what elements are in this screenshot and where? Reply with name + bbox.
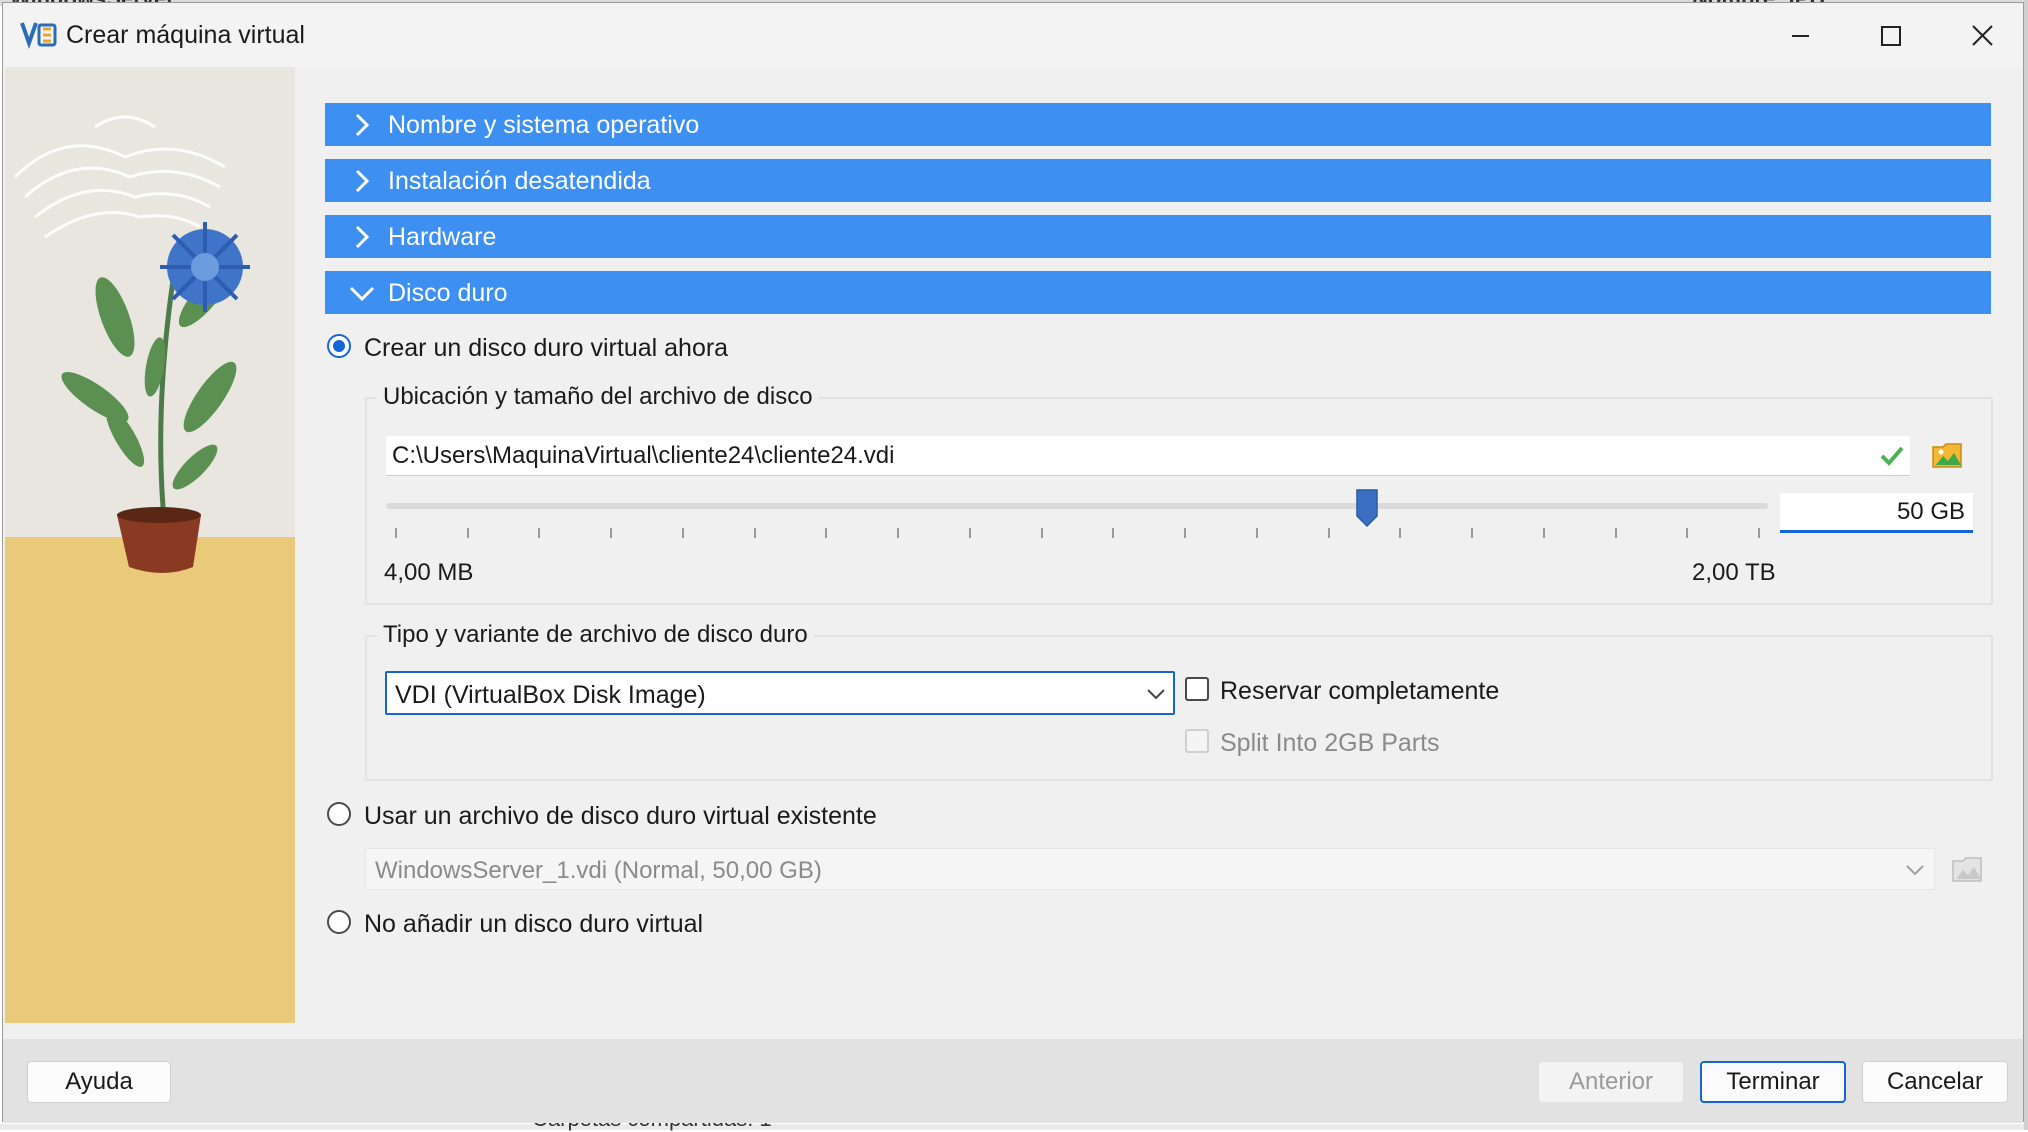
create-vm-dialog: Crear máquina virtual Nombre y sistema o… xyxy=(2,2,2024,1123)
slider-max-label: 2,00 TB xyxy=(1692,559,1776,586)
disk-type-select[interactable]: VDI (VirtualBox Disk Image) xyxy=(385,671,1175,715)
radio-existing-disk[interactable] xyxy=(327,802,351,826)
section-hard-disk[interactable]: Disco duro xyxy=(325,271,1991,314)
section-unattended-install[interactable]: Instalación desatendida xyxy=(325,159,1991,202)
disk-size-slider-handle[interactable] xyxy=(1355,488,1379,528)
disk-file-path-input[interactable] xyxy=(386,436,1910,476)
disk-size-input[interactable] xyxy=(1780,493,1973,533)
reserve-checkbox-label[interactable]: Reservar completamente xyxy=(1220,677,1499,706)
slider-min-label: 4,00 MB xyxy=(384,559,474,586)
chevron-right-icon xyxy=(355,225,370,249)
folder-browse-icon[interactable] xyxy=(1931,439,1965,471)
folder-browse-disabled-icon[interactable] xyxy=(1951,853,1985,885)
slider-tick xyxy=(1614,528,1617,538)
radio-existing-disk-label[interactable]: Usar un archivo de disco duro virtual ex… xyxy=(364,802,877,831)
slider-tick xyxy=(681,528,684,538)
section-label: Hardware xyxy=(388,223,497,251)
slider-tick xyxy=(1758,528,1760,538)
section-name-os[interactable]: Nombre y sistema operativo xyxy=(325,103,1991,146)
split-checkbox[interactable] xyxy=(1185,729,1209,753)
background-window-right-edge xyxy=(2024,0,2028,1130)
slider-tick xyxy=(1040,528,1043,538)
slider-tick xyxy=(395,528,397,538)
slider-tick xyxy=(968,528,971,538)
wizard-flower-illustration xyxy=(5,67,295,1023)
background-window-bottom xyxy=(0,1124,2028,1130)
reserve-checkbox[interactable] xyxy=(1185,677,1209,701)
help-button[interactable]: Ayuda xyxy=(27,1061,171,1103)
slider-tick xyxy=(466,528,469,538)
chevron-down-icon xyxy=(1906,865,1924,876)
slider-tick xyxy=(753,528,756,538)
slider-tick xyxy=(825,528,828,538)
slider-tick xyxy=(1686,528,1689,538)
chevron-right-icon xyxy=(355,113,370,137)
split-checkbox-label: Split Into 2GB Parts xyxy=(1220,729,1440,757)
virtualbox-icon xyxy=(20,22,57,50)
slider-tick xyxy=(1255,528,1258,538)
slider-tick xyxy=(1471,528,1474,538)
minimize-button[interactable] xyxy=(1765,11,1835,61)
section-hardware[interactable]: Hardware xyxy=(325,215,1991,258)
close-button[interactable] xyxy=(1947,11,2017,61)
section-label: Instalación desatendida xyxy=(388,167,651,195)
slider-tick xyxy=(1399,528,1402,538)
disk-type-selected-value: VDI (VirtualBox Disk Image) xyxy=(395,681,706,709)
title-bar: Crear máquina virtual xyxy=(3,3,2023,67)
section-label: Nombre y sistema operativo xyxy=(388,111,700,139)
radio-no-disk[interactable] xyxy=(327,910,351,934)
chevron-down-icon xyxy=(1147,689,1165,700)
radio-create-disk-label[interactable]: Crear un disco duro virtual ahora xyxy=(364,334,728,363)
back-button[interactable]: Anterior xyxy=(1538,1061,1684,1103)
valid-checkmark-icon xyxy=(1880,446,1904,466)
slider-tick xyxy=(1184,528,1187,538)
section-label: Disco duro xyxy=(388,279,508,307)
chevron-right-icon xyxy=(355,169,370,193)
slider-tick xyxy=(1327,528,1330,538)
existing-disk-value: WindowsServer_1.vdi (Normal, 50,00 GB) xyxy=(375,857,822,884)
cancel-button[interactable]: Cancelar xyxy=(1862,1061,2008,1103)
radio-create-disk[interactable] xyxy=(327,334,351,358)
slider-tick xyxy=(610,528,613,538)
slider-tick xyxy=(538,528,541,538)
radio-no-disk-label[interactable]: No añadir un disco duro virtual xyxy=(364,910,703,939)
slider-tick xyxy=(897,528,900,538)
existing-disk-select[interactable]: WindowsServer_1.vdi (Normal, 50,00 GB) xyxy=(365,848,1935,890)
chevron-down-icon xyxy=(349,286,375,302)
maximize-button[interactable] xyxy=(1855,11,1925,61)
disk-size-slider-track[interactable] xyxy=(386,503,1768,509)
window-title: Crear máquina virtual xyxy=(66,21,305,49)
slider-tick xyxy=(1112,528,1115,538)
finish-button[interactable]: Terminar xyxy=(1700,1061,1846,1103)
disk-type-group-title: Tipo y variante de archivo de disco duro xyxy=(377,621,814,649)
location-size-group-title: Ubicación y tamaño del archivo de disco xyxy=(377,383,819,411)
slider-tick xyxy=(1542,528,1545,538)
